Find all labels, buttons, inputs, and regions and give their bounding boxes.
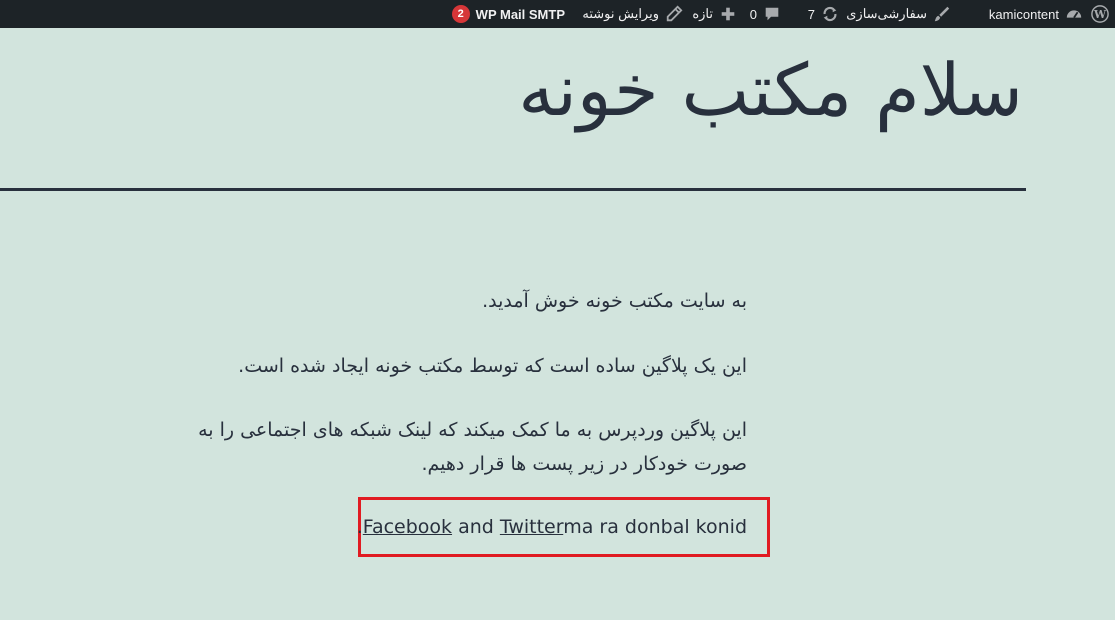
edit-post-label: ویرایش نوشته	[582, 6, 659, 21]
admin-bar: W kamicontent سفارشی‌سازی	[0, 0, 1115, 28]
comments-menu[interactable]: 0	[750, 0, 781, 28]
dashboard-gauge-icon	[1065, 5, 1083, 23]
site-name-label: kamicontent	[988, 6, 1059, 22]
edit-pencil-icon	[665, 5, 683, 23]
plus-icon	[719, 5, 737, 23]
wp-mail-smtp-menu[interactable]: WP Mail SMTP 2	[451, 0, 565, 28]
social-and-text: and	[452, 516, 500, 538]
paintbrush-icon	[933, 5, 951, 23]
plugin-description-paragraph: این پلاگین وردپرس به ما کمک میکند که لین…	[198, 419, 747, 475]
edit-post-menu[interactable]: ویرایش نوشته	[582, 0, 683, 28]
new-content-menu[interactable]: تازه	[692, 0, 737, 28]
facebook-link[interactable]: Facebook	[363, 516, 452, 538]
comment-bubble-icon	[763, 5, 781, 23]
svg-text:W: W	[1093, 8, 1107, 21]
updates-menu[interactable]: 7	[808, 0, 839, 28]
comments-count: 0	[749, 6, 757, 22]
new-content-label: تازه	[692, 6, 713, 21]
customize-menu[interactable]: سفارشی‌سازی	[846, 0, 951, 28]
site-name-menu[interactable]: kamicontent	[989, 0, 1083, 28]
title-divider	[0, 188, 1026, 191]
updates-count: 7	[807, 6, 815, 22]
customize-label: سفارشی‌سازی	[846, 6, 927, 21]
wordpress-logo-icon: W	[1091, 5, 1109, 23]
updates-refresh-icon	[821, 5, 839, 23]
plugin-intro-paragraph: این یک پلاگین ساده است که توسط مکتب خونه…	[238, 355, 747, 377]
wp-mail-smtp-badge: 2	[451, 5, 470, 23]
wordpress-logo-menu[interactable]: W	[1091, 0, 1109, 28]
site-title[interactable]: سلام مکتب خونه	[518, 40, 1023, 140]
wp-mail-smtp-label: WP Mail SMTP	[475, 6, 565, 22]
twitter-link[interactable]: Twitter	[500, 516, 563, 538]
social-links-line: Facebook and Twitterma ra donbal konid.	[357, 510, 747, 544]
welcome-paragraph: به سایت مکتب خونه خوش آمدید.	[482, 290, 747, 312]
